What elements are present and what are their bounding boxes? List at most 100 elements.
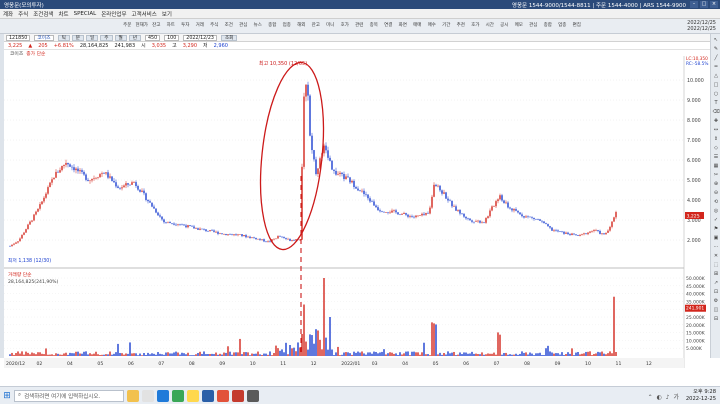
count-input[interactable]: 450 bbox=[144, 34, 161, 41]
maximize-icon[interactable]: □ bbox=[700, 1, 708, 8]
draw-tool-icon-4[interactable]: △ bbox=[712, 72, 720, 79]
settings-icon[interactable] bbox=[247, 389, 259, 402]
draw-tool-icon-23[interactable]: ⋯ bbox=[712, 243, 720, 250]
explorer-icon[interactable] bbox=[127, 389, 139, 402]
draw-tool-icon-14[interactable]: ▦ bbox=[712, 162, 720, 169]
menu-item-3[interactable]: 차트 bbox=[59, 10, 69, 18]
toolbar-button-15[interactable]: 호가 bbox=[338, 20, 353, 33]
toolbar-button-5[interactable]: 거래 bbox=[193, 20, 208, 33]
toolbar-button-21[interactable]: 매수 bbox=[425, 20, 440, 33]
toolbar-button-24[interactable]: 호가 bbox=[468, 20, 483, 33]
draw-tool-icon-24[interactable]: ✕ bbox=[712, 252, 720, 259]
windows-start-icon[interactable]: ⊞ bbox=[0, 387, 14, 404]
stock-name[interactable]: 코이즈 bbox=[34, 34, 54, 41]
toolbar-button-0[interactable]: 주문 bbox=[120, 20, 135, 33]
toolbar-button-22[interactable]: 기간 bbox=[439, 20, 454, 33]
draw-tool-icon-5[interactable]: □ bbox=[712, 81, 720, 88]
draw-tool-icon-13[interactable]: ☰ bbox=[712, 153, 720, 160]
toolbar-button-17[interactable]: 종목 bbox=[367, 20, 382, 33]
draw-tool-icon-22[interactable]: ▣ bbox=[712, 234, 720, 241]
toolbar-button-18[interactable]: 연결 bbox=[381, 20, 396, 33]
toolbar-button-2[interactable]: 잔고 bbox=[149, 20, 164, 33]
draw-tool-icon-7[interactable]: T bbox=[712, 99, 720, 106]
kiwoom-icon[interactable] bbox=[202, 389, 214, 402]
draw-tool-icon-28[interactable]: ⊡ bbox=[712, 288, 720, 295]
toolbar-button-12[interactable]: 해외 bbox=[294, 20, 309, 33]
close-icon[interactable]: × bbox=[710, 1, 718, 8]
toolbar-button-10[interactable]: 종합 bbox=[265, 20, 280, 33]
draw-tool-icon-19[interactable]: ◎ bbox=[712, 207, 720, 214]
toolbar-button-4[interactable]: 투자 bbox=[178, 20, 193, 33]
system-clock[interactable]: 오후 9:28 2022-12-25 bbox=[686, 389, 716, 402]
toolbar-button-28[interactable]: 관심 bbox=[526, 20, 541, 33]
draw-tool-icon-1[interactable]: ✎ bbox=[712, 45, 720, 52]
toolbar-button-20[interactable]: 매매 bbox=[410, 20, 425, 33]
toolbar-button-30[interactable]: 업종 bbox=[555, 20, 570, 33]
toolbar-button-16[interactable]: 관련 bbox=[352, 20, 367, 33]
toolbar-button-6[interactable]: 주식 bbox=[207, 20, 222, 33]
timeframe-0[interactable]: 틱 bbox=[57, 34, 70, 41]
price-chart[interactable]: 10.0009.0008.0007.0006.0005.0004.0003.00… bbox=[4, 56, 710, 368]
draw-tool-icon-11[interactable]: ⇕ bbox=[712, 135, 720, 142]
menu-item-2[interactable]: 조건검색 bbox=[33, 10, 53, 18]
toolbar-button-11[interactable]: 업종 bbox=[280, 20, 295, 33]
toolbar-button-1[interactable]: 현재가 bbox=[135, 20, 150, 33]
draw-tool-icon-21[interactable]: ⚑ bbox=[712, 225, 720, 232]
draw-tool-icon-30[interactable]: ◫ bbox=[712, 306, 720, 313]
draw-tool-icon-12[interactable]: ◇ bbox=[712, 144, 720, 151]
period-input[interactable]: 100 bbox=[164, 34, 180, 41]
toolbar-button-26[interactable]: 공시 bbox=[497, 20, 512, 33]
timeframe-5[interactable]: 년 bbox=[128, 34, 141, 41]
edge-icon[interactable] bbox=[157, 389, 169, 402]
draw-tool-icon-8[interactable]: ⌫ bbox=[712, 108, 720, 115]
draw-tool-icon-0[interactable]: ↖ bbox=[712, 36, 720, 43]
draw-tool-icon-26[interactable]: ⊞ bbox=[712, 270, 720, 277]
timeframe-3[interactable]: 주 bbox=[100, 34, 113, 41]
toolbar-button-9[interactable]: 뉴스 bbox=[251, 20, 266, 33]
toolbar-button-27[interactable]: 메모 bbox=[512, 20, 527, 33]
toolbar-button-31[interactable]: 편집 bbox=[570, 20, 585, 33]
kakaotalk-icon[interactable] bbox=[187, 389, 199, 402]
menu-item-5[interactable]: 온라인업무 bbox=[101, 10, 126, 18]
draw-tool-icon-6[interactable]: ○ bbox=[712, 90, 720, 97]
menu-item-1[interactable]: 주식 bbox=[18, 10, 28, 18]
timeframe-4[interactable]: 월 bbox=[114, 34, 127, 41]
powerpoint-icon[interactable] bbox=[232, 389, 244, 402]
draw-tool-icon-17[interactable]: ⊖ bbox=[712, 189, 720, 196]
draw-tool-icon-2[interactable]: ╱ bbox=[712, 54, 720, 61]
query-button[interactable]: 조회 bbox=[220, 34, 238, 41]
minimize-icon[interactable]: – bbox=[690, 1, 698, 8]
toolbar-button-29[interactable]: 종합 bbox=[541, 20, 556, 33]
stock-code-input[interactable]: 121850 bbox=[6, 34, 31, 41]
menu-item-7[interactable]: 보기 bbox=[162, 10, 172, 18]
toolbar-button-3[interactable]: 차트 bbox=[164, 20, 179, 33]
toolbar-button-7[interactable]: 조건 bbox=[222, 20, 237, 33]
chrome-icon[interactable] bbox=[172, 389, 184, 402]
toolbar-button-19[interactable]: 화면 bbox=[396, 20, 411, 33]
timeframe-2[interactable]: 일 bbox=[86, 34, 99, 41]
app-icon[interactable] bbox=[142, 389, 154, 402]
draw-tool-icon-29[interactable]: ⚙ bbox=[712, 297, 720, 304]
record-icon[interactable] bbox=[217, 389, 229, 402]
menu-item-4[interactable]: SPECIAL bbox=[74, 11, 97, 17]
menu-item-6[interactable]: 고객서비스 bbox=[132, 10, 157, 18]
draw-tool-icon-3[interactable]: ═ bbox=[712, 63, 720, 70]
draw-tool-icon-18[interactable]: ⟲ bbox=[712, 198, 720, 205]
draw-tool-icon-31[interactable]: ⊟ bbox=[712, 315, 720, 322]
draw-tool-icon-9[interactable]: ✚ bbox=[712, 117, 720, 124]
date-input[interactable]: 2022/12/23 bbox=[183, 34, 217, 41]
timeframe-1[interactable]: 분 bbox=[71, 34, 85, 41]
tray-icons[interactable]: ⌃ ◐ ♪ 가 bbox=[648, 392, 680, 401]
toolbar-button-13[interactable]: 잔고 bbox=[309, 20, 324, 33]
taskbar-search[interactable]: ⌕ 검색하려면 여기에 입력하십시오. bbox=[14, 389, 124, 402]
draw-tool-icon-16[interactable]: ⊕ bbox=[712, 180, 720, 187]
draw-tool-icon-27[interactable]: ↗ bbox=[712, 279, 720, 286]
toolbar-button-23[interactable]: 추천 bbox=[454, 20, 469, 33]
draw-tool-icon-20[interactable]: ✓ bbox=[712, 216, 720, 223]
toolbar-button-14[interactable]: 미니 bbox=[323, 20, 338, 33]
draw-tool-icon-10[interactable]: ↔ bbox=[712, 126, 720, 133]
menu-item-0[interactable]: 계좌 bbox=[3, 10, 13, 18]
toolbar-button-25[interactable]: 시간 bbox=[483, 20, 498, 33]
toolbar-button-8[interactable]: 관심 bbox=[236, 20, 251, 33]
draw-tool-icon-15[interactable]: ✂ bbox=[712, 171, 720, 178]
